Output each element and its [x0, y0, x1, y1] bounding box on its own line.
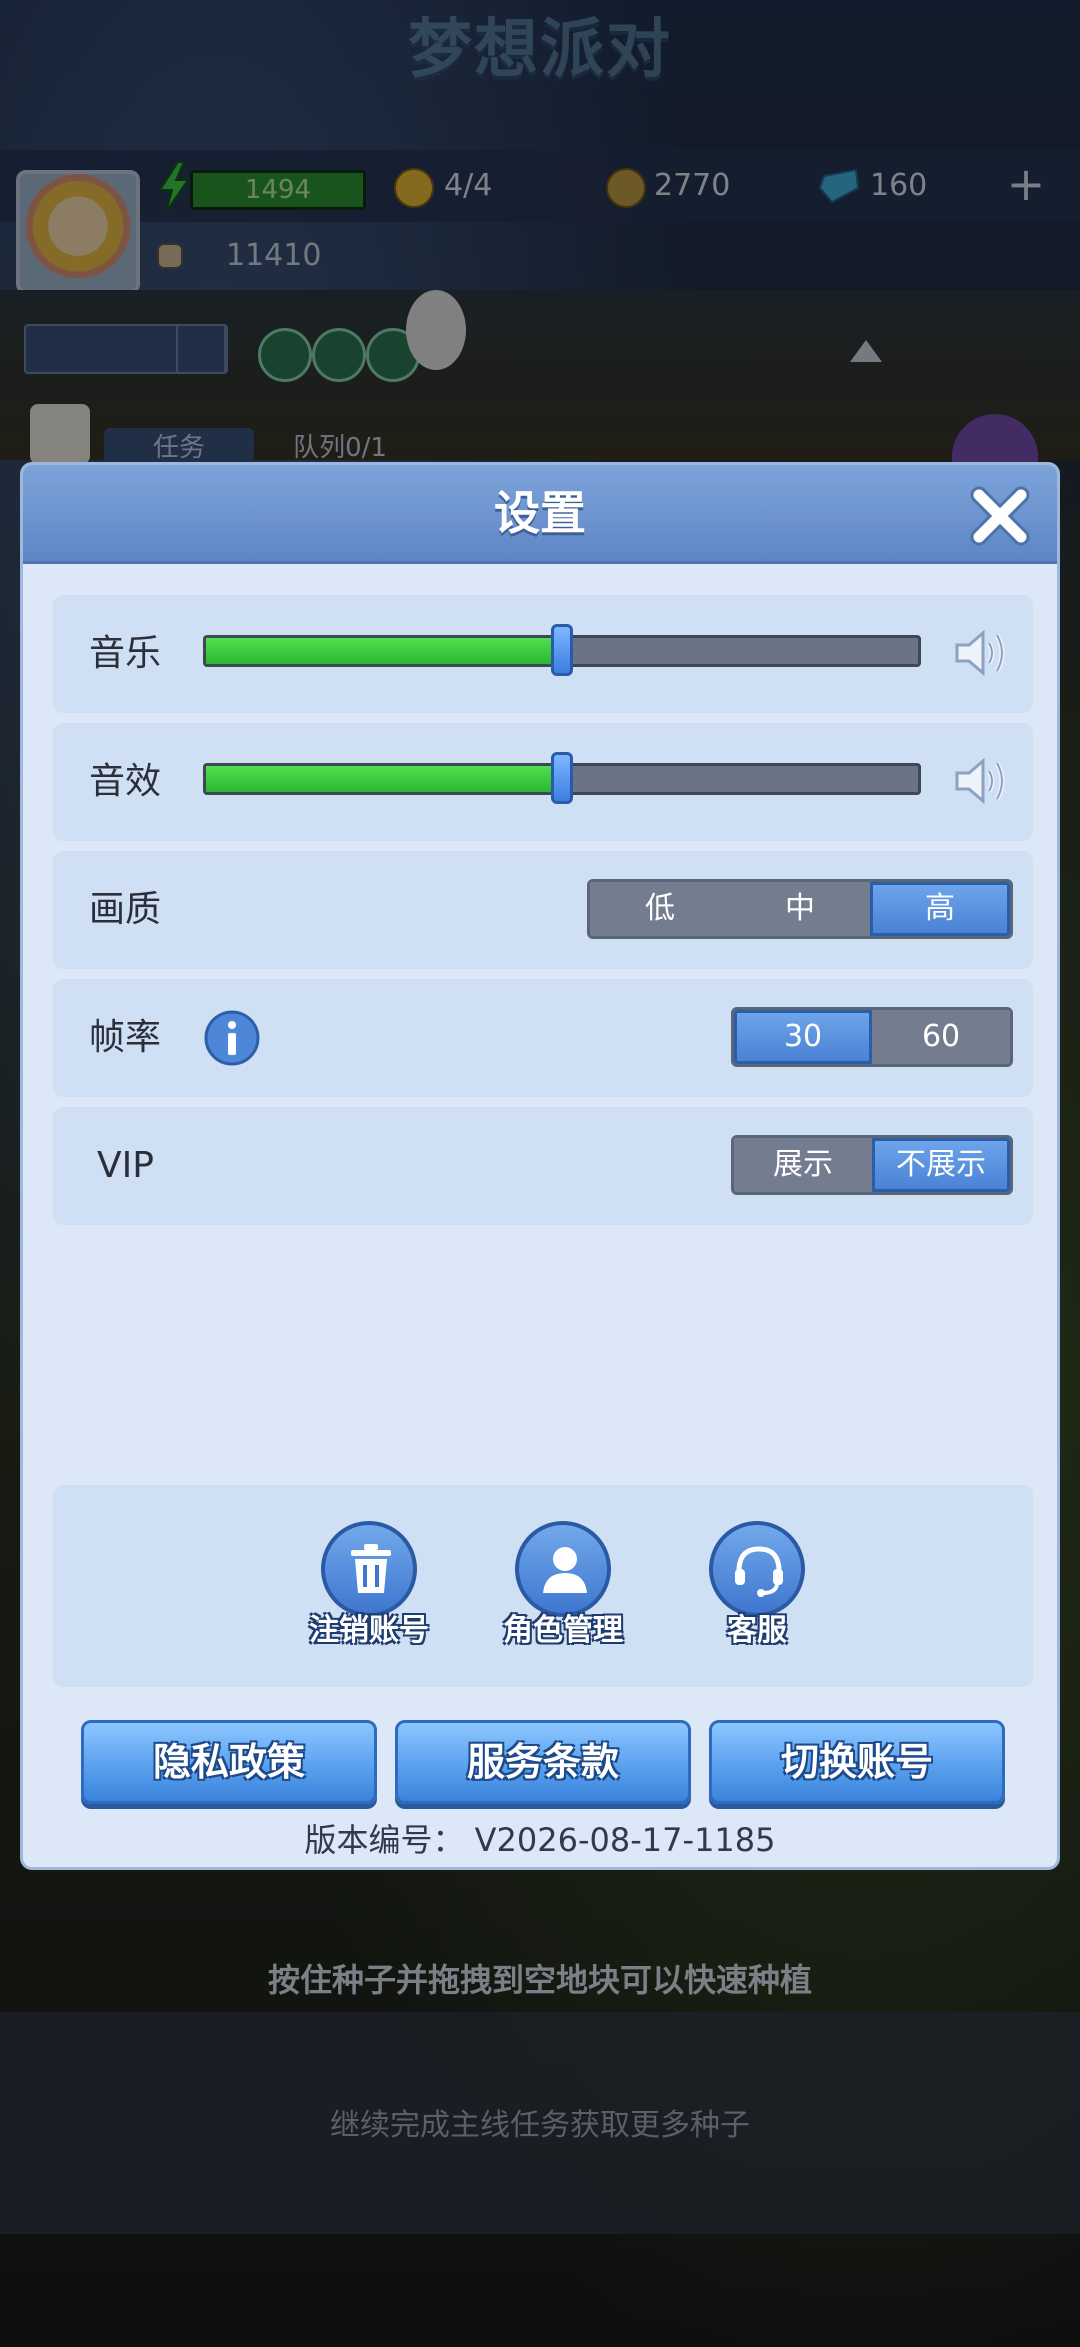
framerate-label: 帧率 [89, 1017, 162, 1058]
vip-option-hide[interactable]: 不展示 [871, 1138, 1010, 1192]
quality-row: 画质 低 中 高 [53, 851, 1033, 969]
sfx-label: 音效 [89, 761, 162, 802]
quality-label: 画质 [89, 889, 162, 930]
music-row: 音乐 [53, 595, 1033, 713]
quality-selector: 低 中 高 [587, 879, 1013, 939]
sfx-row: 音效 [53, 723, 1033, 841]
speaker-icon[interactable] [953, 627, 1009, 679]
terms-of-service-button[interactable]: 服务条款 [395, 1720, 691, 1804]
headset-disc [709, 1521, 805, 1617]
framerate-option-60[interactable]: 60 [872, 1010, 1010, 1064]
quality-option-mid[interactable]: 中 [729, 882, 870, 936]
framerate-option-30[interactable]: 30 [734, 1010, 873, 1064]
role-manage-label: 角色管理 [503, 1613, 623, 1648]
vip-label: VIP [97, 1145, 154, 1186]
delete-account-button[interactable]: 注销账号 [291, 1521, 441, 1651]
role-manage-button[interactable]: 角色管理 [485, 1521, 635, 1651]
user-disc [515, 1521, 611, 1617]
account-actions-panel: 注销账号 角色管理 客服 [53, 1485, 1033, 1687]
close-icon [970, 486, 1030, 546]
support-label: 客服 [727, 1613, 787, 1648]
sfx-slider[interactable] [203, 752, 921, 804]
version-label: 版本编号： V2026-08-17-1185 [304, 1821, 776, 1859]
trash-disc [321, 1521, 417, 1617]
speaker-icon[interactable] [953, 755, 1009, 807]
quality-option-low[interactable]: 低 [590, 882, 730, 936]
support-button[interactable]: 客服 [679, 1521, 829, 1651]
vip-row: VIP 展示 不展示 [53, 1107, 1033, 1225]
quality-option-high[interactable]: 高 [869, 882, 1010, 936]
framerate-row: 帧率 30 60 [53, 979, 1033, 1097]
vip-option-show[interactable]: 展示 [734, 1138, 872, 1192]
music-slider-knob[interactable] [551, 624, 573, 676]
trash-icon [351, 1544, 391, 1593]
headset-icon [735, 1546, 783, 1597]
quest-tip: 继续完成主线任务获取更多种子 [330, 2108, 750, 2143]
info-icon[interactable] [203, 1009, 261, 1067]
close-button[interactable] [969, 485, 1031, 547]
switch-account-button[interactable]: 切换账号 [709, 1720, 1005, 1804]
framerate-selector: 30 60 [731, 1007, 1013, 1067]
delete-account-label: 注销账号 [309, 1613, 429, 1648]
vip-selector: 展示 不展示 [731, 1135, 1013, 1195]
privacy-policy-button[interactable]: 隐私政策 [81, 1720, 377, 1804]
music-label: 音乐 [89, 633, 162, 674]
music-slider-fill [206, 638, 562, 664]
dialog-title: 设置 [494, 486, 586, 540]
user-icon [543, 1547, 587, 1593]
sfx-slider-knob[interactable] [551, 752, 573, 804]
settings-dialog: 设置 音乐 音效 画质 低 中 高 帧率 30 60 VIP 展示 不展示 注销… [20, 462, 1060, 1870]
sfx-slider-fill [206, 766, 562, 792]
planting-tip: 按住种子并拖拽到空地块可以快速种植 [267, 1961, 812, 1999]
music-slider[interactable] [203, 624, 921, 676]
